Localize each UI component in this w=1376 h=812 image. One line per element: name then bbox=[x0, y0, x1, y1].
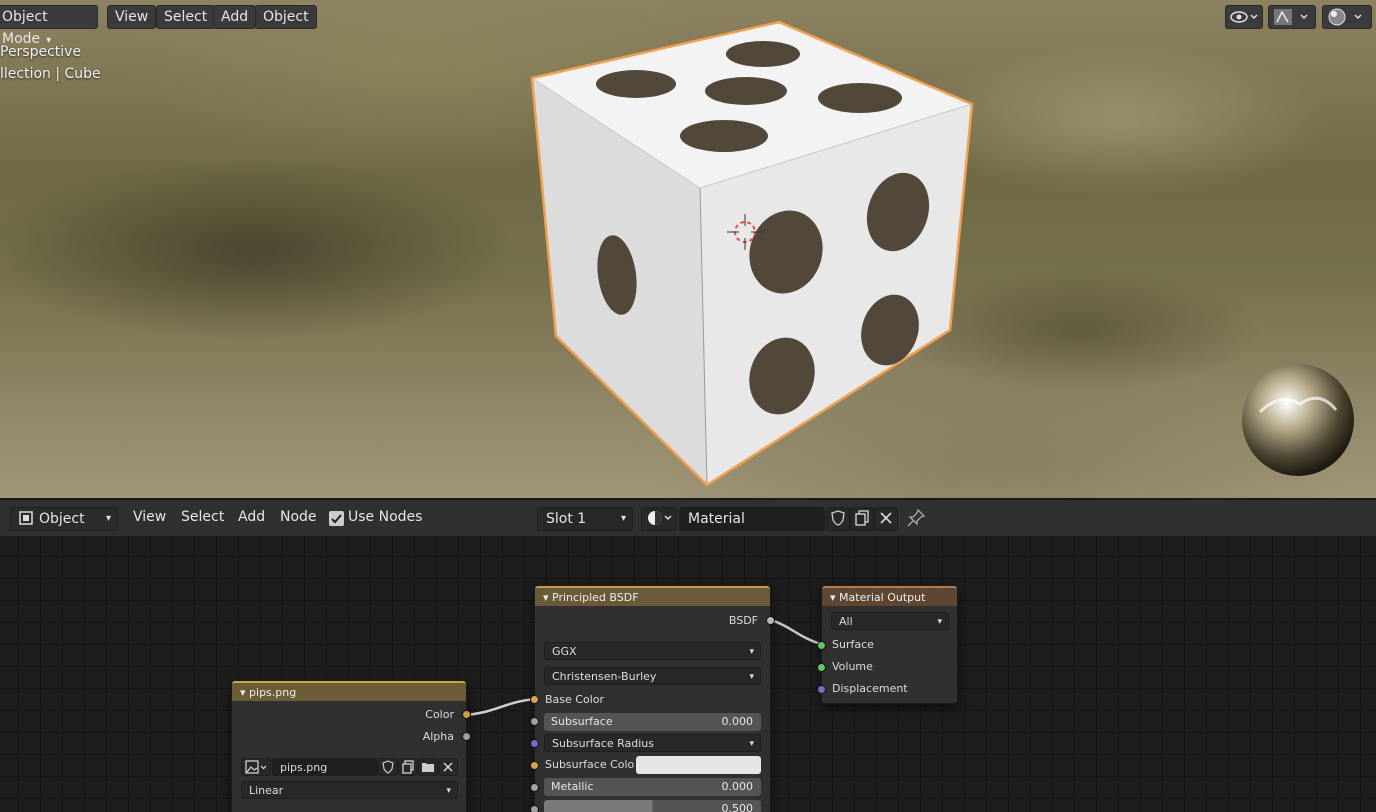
distribution-dropdown[interactable]: GGX ▾ bbox=[544, 642, 761, 660]
dice-cube[interactable] bbox=[0, 0, 1376, 498]
input-volume-socket[interactable] bbox=[817, 663, 826, 672]
image-browse-button[interactable] bbox=[241, 758, 271, 776]
output-target-label: All bbox=[839, 615, 853, 628]
base-color-label: Base Color bbox=[545, 693, 605, 706]
checkmark-icon bbox=[331, 514, 342, 524]
collapse-arrow-icon[interactable]: ▾ bbox=[543, 591, 549, 604]
image-unlink-button[interactable] bbox=[438, 758, 458, 776]
subsurface-value: 0.000 bbox=[721, 715, 754, 728]
subsurface-color-label: Subsurface Colo bbox=[545, 758, 635, 771]
output-alpha-label: Alpha bbox=[422, 730, 454, 743]
3d-viewport[interactable]: Object Mode ▾ View Select Add Object Pers… bbox=[0, 0, 1376, 498]
hdri-preview-sphere bbox=[1242, 364, 1354, 476]
subsurface-field[interactable]: Subsurface 0.000 bbox=[544, 713, 761, 731]
output-color-socket[interactable] bbox=[462, 710, 471, 719]
input-specular-socket[interactable] bbox=[530, 805, 539, 812]
object-data-icon bbox=[19, 511, 33, 525]
input-base-color-socket[interactable] bbox=[530, 695, 539, 704]
object-type-label: Object bbox=[39, 511, 85, 527]
input-subsurface-color-socket[interactable] bbox=[530, 761, 539, 770]
metallic-field[interactable]: Metallic 0.000 bbox=[544, 778, 761, 796]
input-subsurface-radius-socket[interactable] bbox=[530, 739, 539, 748]
chevron-down-icon: ▾ bbox=[749, 739, 754, 749]
node-editor-header: Object ▾ View Select Add Node Use Nodes S… bbox=[0, 498, 1376, 536]
slot-dropdown[interactable]: Slot 1 ▾ bbox=[537, 507, 633, 531]
image-fake-user-button[interactable] bbox=[378, 758, 398, 776]
image-name-field[interactable]: pips.png bbox=[272, 758, 378, 776]
subsurface-color-swatch[interactable] bbox=[636, 756, 761, 774]
node-menu-node[interactable]: Node bbox=[280, 509, 317, 525]
node-title: pips.png bbox=[249, 686, 297, 699]
chevron-down-icon: ▾ bbox=[937, 617, 942, 627]
output-bsdf-socket[interactable] bbox=[766, 616, 775, 625]
volume-label: Volume bbox=[832, 660, 873, 673]
material-output-node[interactable]: ▾ Material Output All ▾ Surface Volume Di… bbox=[817, 585, 958, 704]
output-color-label: Color bbox=[425, 708, 454, 721]
image-duplicate-button[interactable] bbox=[398, 758, 418, 776]
close-icon bbox=[443, 762, 453, 772]
close-icon bbox=[880, 512, 892, 524]
chevron-down-icon: ▾ bbox=[105, 513, 111, 524]
input-surface-socket[interactable] bbox=[817, 641, 826, 650]
duplicate-material-button[interactable] bbox=[850, 507, 874, 531]
subsurface-method-dropdown[interactable]: Christensen-Burley ▾ bbox=[544, 667, 761, 685]
subsurface-method-label: Christensen-Burley bbox=[552, 670, 657, 683]
unlink-material-button[interactable] bbox=[874, 507, 898, 531]
node-menu-view[interactable]: View bbox=[133, 509, 166, 525]
material-name-field[interactable]: Material bbox=[679, 507, 825, 531]
output-bsdf-label: BSDF bbox=[728, 614, 758, 627]
node-header[interactable]: ▾ Material Output bbox=[822, 586, 957, 606]
subsurface-radius-dropdown[interactable]: Subsurface Radius ▾ bbox=[544, 734, 761, 752]
image-open-button[interactable] bbox=[418, 758, 438, 776]
fake-user-button[interactable] bbox=[826, 507, 850, 531]
node-header[interactable]: ▾ pips.png bbox=[232, 681, 466, 701]
node-menu-add[interactable]: Add bbox=[238, 509, 265, 525]
principled-bsdf-node[interactable]: ▾ Principled BSDF BSDF GGX ▾ Christensen-… bbox=[530, 585, 775, 812]
pin-icon bbox=[907, 508, 926, 527]
chevron-down-icon: ▾ bbox=[749, 647, 754, 657]
node-title: Principled BSDF bbox=[552, 591, 639, 604]
subsurface-label: Subsurface bbox=[551, 715, 613, 728]
chevron-down-icon: ▾ bbox=[446, 786, 451, 796]
collapse-arrow-icon[interactable]: ▾ bbox=[240, 686, 246, 699]
metallic-label: Metallic bbox=[551, 780, 594, 793]
distribution-label: GGX bbox=[552, 645, 577, 658]
collapse-arrow-icon[interactable]: ▾ bbox=[830, 591, 836, 604]
object-type-dropdown[interactable]: Object ▾ bbox=[10, 507, 118, 531]
chevron-down-icon: ▾ bbox=[620, 513, 626, 524]
displacement-label: Displacement bbox=[832, 682, 908, 695]
specular-value: 0.500 bbox=[721, 802, 754, 812]
interpolation-dropdown[interactable]: Linear ▾ bbox=[241, 781, 458, 799]
specular-field[interactable]: 0.500 bbox=[544, 800, 761, 812]
image-texture-node[interactable]: ▾ pips.png Color Alpha pips.png Linear ▾ bbox=[231, 680, 471, 812]
node-title: Material Output bbox=[839, 591, 926, 604]
interpolation-label: Linear bbox=[249, 784, 284, 797]
surface-label: Surface bbox=[832, 638, 874, 651]
pin-button[interactable] bbox=[906, 508, 926, 532]
shield-icon bbox=[382, 760, 394, 774]
image-icon bbox=[245, 760, 267, 774]
node-menu-select[interactable]: Select bbox=[181, 509, 224, 525]
output-target-dropdown[interactable]: All ▾ bbox=[831, 612, 949, 630]
slot-label: Slot 1 bbox=[546, 511, 587, 527]
output-alpha-socket[interactable] bbox=[462, 732, 471, 741]
input-displacement-socket[interactable] bbox=[817, 685, 826, 694]
use-nodes-label[interactable]: Use Nodes bbox=[348, 509, 422, 525]
node-header[interactable]: ▾ Principled BSDF bbox=[535, 586, 770, 606]
folder-icon bbox=[422, 763, 434, 772]
node-editor-canvas[interactable]: ▾ pips.png Color Alpha pips.png Linear ▾… bbox=[0, 536, 1376, 812]
metallic-value: 0.000 bbox=[721, 780, 754, 793]
subsurface-radius-label: Subsurface Radius bbox=[552, 737, 654, 750]
use-nodes-checkbox[interactable] bbox=[329, 511, 344, 526]
shield-icon bbox=[831, 510, 845, 526]
chevron-down-icon: ▾ bbox=[749, 672, 754, 682]
copy-icon bbox=[855, 510, 869, 526]
input-metallic-socket[interactable] bbox=[530, 783, 539, 792]
material-sphere-icon bbox=[648, 511, 672, 525]
copy-icon bbox=[402, 760, 414, 774]
material-browse-button[interactable] bbox=[641, 507, 677, 531]
input-subsurface-socket[interactable] bbox=[530, 717, 539, 726]
